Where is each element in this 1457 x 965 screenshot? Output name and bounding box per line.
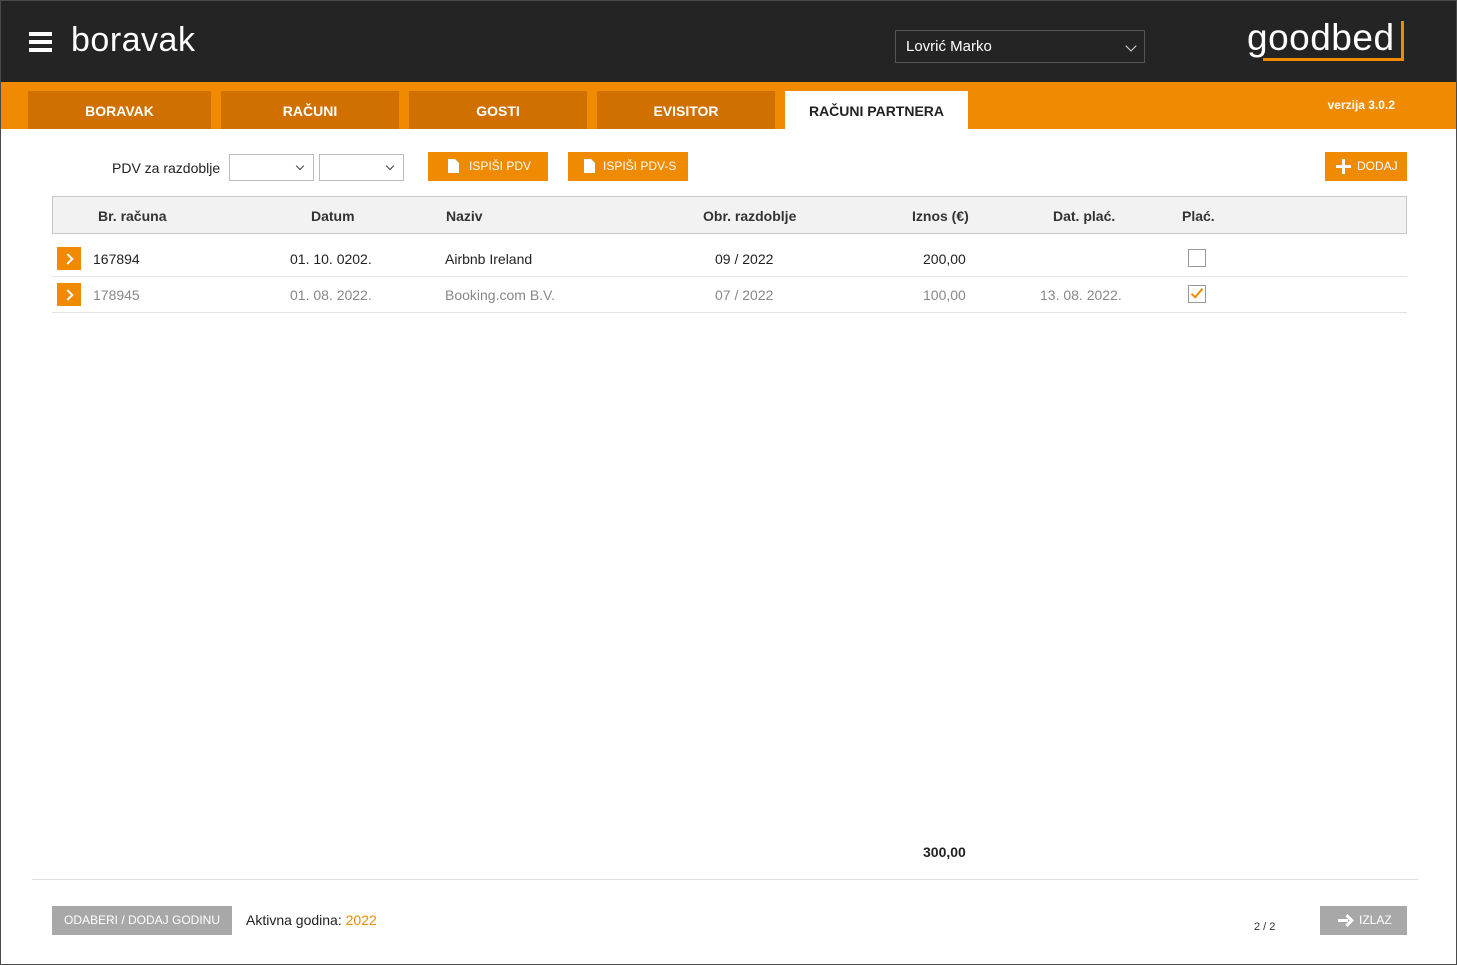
logo-bar bbox=[1401, 21, 1404, 61]
paid-checkbox[interactable] bbox=[1188, 285, 1206, 303]
chevron-down-icon bbox=[1125, 40, 1137, 52]
arrow-right-icon bbox=[1338, 915, 1352, 926]
logo: goodbed bbox=[1247, 17, 1395, 58]
exit-button[interactable]: IZLAZ bbox=[1320, 906, 1407, 935]
chevron-down-icon bbox=[295, 161, 305, 171]
total-amount: 300,00 bbox=[923, 844, 966, 860]
col-razdoblje: Obr. razdoblje bbox=[703, 208, 797, 224]
print-pdv-label: ISPIŠI PDV bbox=[469, 159, 532, 173]
chevron-down-icon bbox=[385, 161, 395, 171]
top-header: boravak Lovrić Marko goodbed bbox=[1, 1, 1456, 82]
cell-razdoblje: 07 / 2022 bbox=[715, 287, 774, 303]
cell-broj: 178945 bbox=[93, 287, 140, 303]
add-button[interactable]: DODAJ bbox=[1325, 152, 1407, 181]
cell-naziv: Airbnb Ireland bbox=[445, 251, 533, 267]
col-broj: Br. računa bbox=[98, 208, 167, 224]
pdv-period-label: PDV za razdoblje bbox=[112, 160, 221, 176]
app-window: boravak Lovrić Marko goodbed BORAVAK RAČ… bbox=[0, 0, 1457, 965]
active-year-value: 2022 bbox=[345, 912, 377, 928]
table-row[interactable]: 178945 01. 08. 2022. Booking.com B.V. 07… bbox=[52, 277, 1407, 313]
add-label: DODAJ bbox=[1357, 159, 1398, 173]
tab-gosti[interactable]: GOSTI bbox=[409, 91, 587, 129]
footer-divider bbox=[32, 879, 1418, 880]
active-year: Aktivna godina: 2022 bbox=[246, 912, 377, 928]
cell-naziv: Booking.com B.V. bbox=[445, 287, 555, 303]
exit-label: IZLAZ bbox=[1359, 913, 1392, 927]
cell-iznos: 200,00 bbox=[923, 251, 966, 267]
cell-broj: 167894 bbox=[93, 251, 140, 267]
active-year-label: Aktivna godina: bbox=[246, 912, 342, 928]
cell-iznos: 100,00 bbox=[923, 287, 966, 303]
cell-dat-placanja: 13. 08. 2022. bbox=[1040, 287, 1122, 303]
col-naziv: Naziv bbox=[446, 208, 483, 224]
logo-underline bbox=[1263, 58, 1404, 61]
version-label: verzija 3.0.2 bbox=[1327, 98, 1395, 112]
tab-evisitor[interactable]: EVISITOR bbox=[597, 91, 775, 129]
expand-row-icon[interactable] bbox=[57, 283, 81, 306]
tab-boravak[interactable]: BORAVAK bbox=[28, 91, 211, 129]
table-row[interactable]: 167894 01. 10. 0202. Airbnb Ireland 09 /… bbox=[52, 241, 1407, 277]
user-select[interactable]: Lovrić Marko bbox=[895, 30, 1145, 63]
cell-datum: 01. 10. 0202. bbox=[290, 251, 372, 267]
menu-icon[interactable] bbox=[29, 32, 52, 53]
document-icon bbox=[584, 159, 595, 173]
paid-checkbox[interactable] bbox=[1188, 249, 1206, 267]
col-datum: Datum bbox=[311, 208, 355, 224]
select-add-year-button[interactable]: ODABERI / DODAJ GODINU bbox=[52, 906, 232, 935]
col-dat-placanja: Dat. plać. bbox=[1053, 208, 1116, 224]
tab-racuni[interactable]: RAČUNI bbox=[221, 91, 399, 129]
cell-razdoblje: 09 / 2022 bbox=[715, 251, 774, 267]
period-month-select[interactable] bbox=[229, 154, 314, 181]
tab-bar: BORAVAK RAČUNI GOSTI EVISITOR RAČUNI PAR… bbox=[1, 82, 1456, 129]
app-title: boravak bbox=[71, 21, 196, 59]
print-pdv-button[interactable]: ISPIŠI PDV bbox=[428, 152, 548, 181]
expand-row-icon[interactable] bbox=[57, 247, 81, 270]
table-header: Br. računa Datum Naziv Obr. razdoblje Iz… bbox=[52, 196, 1407, 234]
checkmark-icon bbox=[1190, 285, 1204, 299]
print-pdvs-button[interactable]: ISPIŠI PDV-S bbox=[568, 152, 688, 181]
period-year-select[interactable] bbox=[319, 154, 404, 181]
cell-datum: 01. 08. 2022. bbox=[290, 287, 372, 303]
plus-icon bbox=[1336, 159, 1351, 174]
col-iznos: Iznos (€) bbox=[912, 208, 969, 224]
col-placeno: Plać. bbox=[1182, 208, 1215, 224]
user-select-value: Lovrić Marko bbox=[906, 38, 992, 55]
page-indicator: 2 / 2 bbox=[1254, 921, 1276, 933]
tab-racuni-partnera[interactable]: RAČUNI PARTNERA bbox=[785, 91, 968, 129]
print-pdvs-label: ISPIŠI PDV-S bbox=[603, 159, 677, 173]
document-icon bbox=[448, 159, 459, 173]
